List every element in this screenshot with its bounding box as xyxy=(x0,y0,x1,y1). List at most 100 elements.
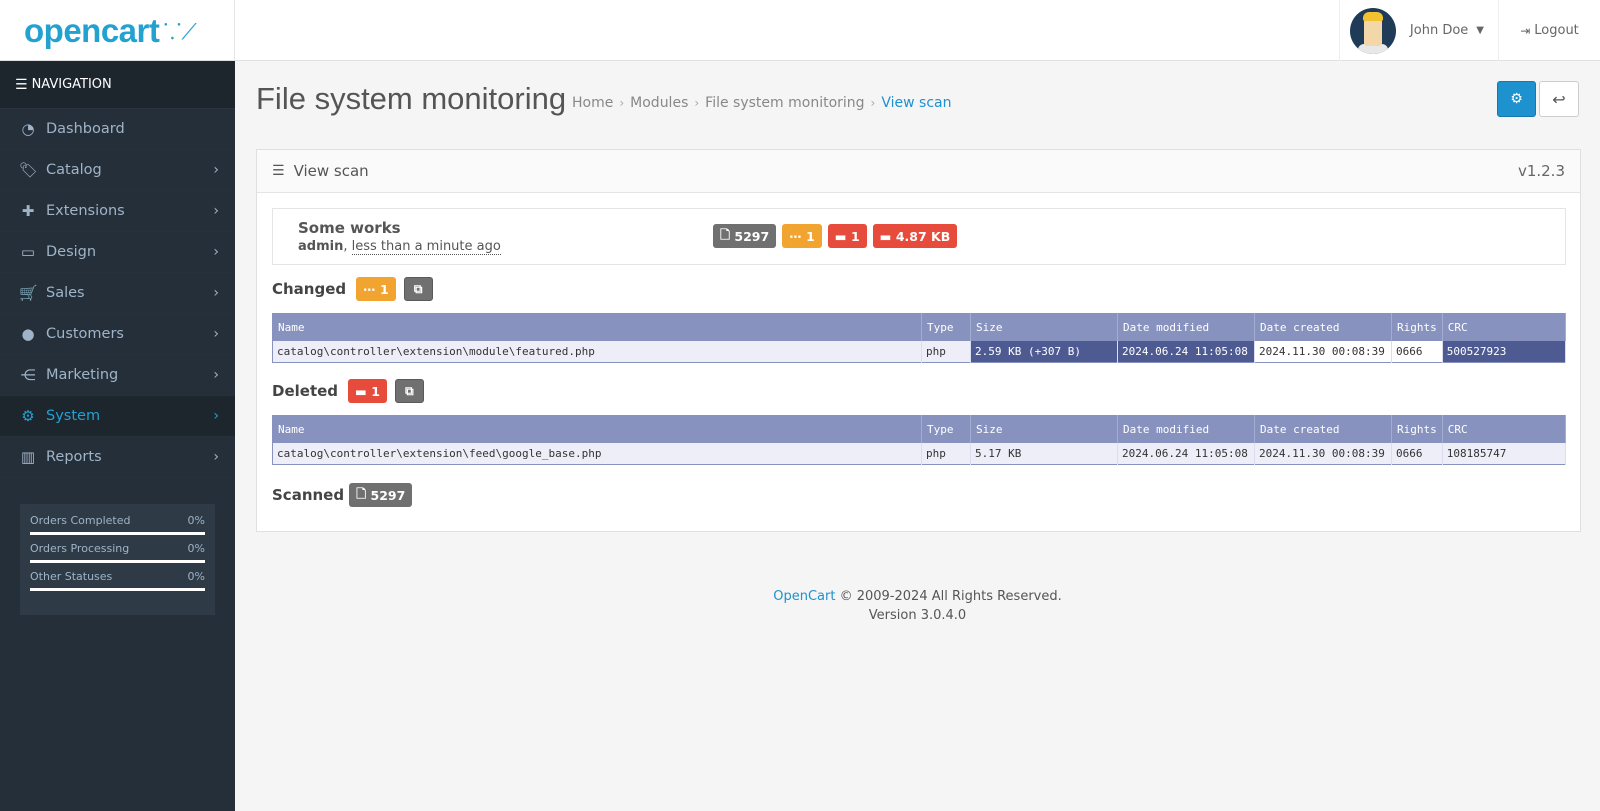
chevron-right-icon: › xyxy=(213,408,219,424)
chevron-right-icon: › xyxy=(213,326,219,342)
sidebar-item-dashboard[interactable]: ◔ Dashboard xyxy=(0,109,235,150)
monitor-icon: ▭ xyxy=(20,243,36,261)
cell-date-created: 2024.11.30 00:08:39 xyxy=(1254,442,1392,465)
cell-rights: 0666 xyxy=(1391,442,1443,465)
cell-crc: 108185747 xyxy=(1442,442,1567,465)
sidebar-item-label: Catalog xyxy=(46,162,102,178)
column-header[interactable]: Type xyxy=(921,313,971,341)
user-menu[interactable]: John Doe ▼ xyxy=(1338,0,1499,61)
column-header[interactable]: Name xyxy=(272,415,922,443)
cell-size: 5.17 KB xyxy=(970,442,1118,465)
dashboard-icon: ◔ xyxy=(21,120,35,138)
menu-icon: ☰ xyxy=(15,76,28,93)
cell-type: php xyxy=(921,442,971,465)
puzzle-icon: ✚ xyxy=(21,202,35,220)
stat-label: Orders Completed xyxy=(30,514,131,527)
column-header[interactable]: CRC xyxy=(1442,415,1567,443)
sidebar-item-label: Dashboard xyxy=(46,121,125,137)
minus-icon: ▬ xyxy=(834,228,851,244)
sidebar-item-sales[interactable]: 🛒 Sales › xyxy=(0,273,235,314)
column-header[interactable]: Date modified xyxy=(1117,313,1255,341)
breadcrumb-modules[interactable]: Modules xyxy=(630,95,688,111)
sidebar-item-reports[interactable]: ▥ Reports › xyxy=(0,437,235,478)
sidebar-item-extensions[interactable]: ✚ Extensions › xyxy=(0,191,235,232)
stat-label: Orders Processing xyxy=(30,542,130,555)
table-header-row: Name Type Size Date modified Date create… xyxy=(272,313,1567,341)
footer: OpenCart © 2009-2024 All Rights Reserved… xyxy=(235,587,1600,625)
chevron-right-icon: › xyxy=(213,244,219,260)
scan-user: admin xyxy=(298,239,344,254)
sidebar-item-label: System xyxy=(46,408,101,424)
cart-icon: 🛒 xyxy=(19,284,38,302)
column-header[interactable]: Size xyxy=(970,313,1118,341)
scan-badges: 🗋 5297 ⋯ 1 ▬ 1 ▬ 4.87 KB xyxy=(713,224,963,248)
stat-value: 0% xyxy=(187,542,205,555)
changed-badge: ⋯ 1 xyxy=(782,224,822,248)
scan-name: Some works xyxy=(298,219,401,237)
column-header[interactable]: Type xyxy=(921,415,971,443)
main-content: File system monitoring Home › Modules › … xyxy=(235,61,1600,811)
sidebar-item-label: Extensions xyxy=(46,203,125,219)
back-button[interactable]: ↩ xyxy=(1539,81,1579,117)
cell-date-created: 2024.11.30 00:08:39 xyxy=(1254,340,1392,363)
sidebar-item-label: Marketing xyxy=(46,367,119,383)
breadcrumb-view-scan[interactable]: View scan xyxy=(881,95,951,111)
avatar xyxy=(1349,7,1396,54)
top-header: opencart ⸪⟋ John Doe ▼ ⇥ Logout xyxy=(0,0,1600,61)
logout-button[interactable]: ⇥ Logout xyxy=(1499,0,1600,61)
caret-down-icon: ▼ xyxy=(1476,25,1484,36)
sidebar-item-catalog[interactable]: 🏷 Catalog › xyxy=(0,150,235,191)
panel-heading: ☰ View scan v1.2.3 xyxy=(257,150,1580,193)
table-row[interactable]: catalog\controller\extension\module\feat… xyxy=(272,340,1567,363)
cell-type: php xyxy=(921,340,971,363)
logo[interactable]: opencart ⸪⟋ xyxy=(0,0,235,61)
changed-count: 1 xyxy=(806,228,815,244)
copy-button[interactable]: ⧉ xyxy=(394,379,424,403)
sidebar-item-label: Reports xyxy=(46,449,102,465)
settings-button[interactable]: ⚙ xyxy=(1497,81,1536,117)
version-label: v1.2.3 xyxy=(1517,162,1565,180)
sidebar-item-design[interactable]: ▭ Design › xyxy=(0,232,235,273)
chevron-right-icon: › xyxy=(213,285,219,301)
column-header[interactable]: Rights xyxy=(1391,415,1443,443)
stat-value: 0% xyxy=(187,514,205,527)
deleted-count: 1 xyxy=(850,228,860,244)
stat-orders-completed: Orders Completed 0% xyxy=(30,514,205,535)
breadcrumb: Home › Modules › File system monitoring … xyxy=(572,95,951,111)
changed-count-badge: ⋯ 1 xyxy=(356,277,396,301)
copy-button[interactable]: ⧉ xyxy=(403,277,433,301)
footer-brand-link[interactable]: OpenCart xyxy=(773,589,835,604)
nav-title: NAVIGATION xyxy=(31,77,112,92)
sidebar-item-customers[interactable]: ● Customers › xyxy=(0,314,235,355)
sidebar-item-system[interactable]: ⚙ System › xyxy=(0,396,235,437)
breadcrumb-fs-monitoring[interactable]: File system monitoring xyxy=(705,95,864,111)
deleted-badge: ▬ 1 xyxy=(827,224,867,248)
breadcrumb-home[interactable]: Home xyxy=(572,95,613,111)
column-header[interactable]: Size xyxy=(970,415,1118,443)
changed-section-label: Changed ⋯ 1 ⧉ xyxy=(272,277,433,301)
column-header[interactable]: Name xyxy=(272,313,922,341)
share-icon: ⋲ xyxy=(20,366,36,384)
sidebar-item-marketing[interactable]: ⋲ Marketing › xyxy=(0,355,235,396)
sidebar-item-label: Sales xyxy=(46,285,85,301)
column-header[interactable]: Date modified xyxy=(1117,415,1255,443)
scanned-section-label: Scanned 🗋 5297 xyxy=(272,483,418,507)
logo-text: opencart xyxy=(24,11,160,49)
chevron-right-icon: › xyxy=(213,162,219,178)
column-header[interactable]: CRC xyxy=(1442,313,1567,341)
changed-table: Name Type Size Date modified Date create… xyxy=(272,313,1567,363)
scan-time: less than a minute ago xyxy=(351,239,501,255)
column-header[interactable]: Date created xyxy=(1254,415,1392,443)
nav-header[interactable]: ☰ NAVIGATION xyxy=(0,61,235,109)
tags-icon: 🏷 xyxy=(19,161,39,179)
column-header[interactable]: Rights xyxy=(1391,313,1443,341)
sidebar-item-label: Design xyxy=(46,244,97,260)
cell-date-modified: 2024.06.24 11:05:08 xyxy=(1117,340,1255,363)
cell-size: 2.59 KB (+307 B) xyxy=(970,340,1118,363)
table-row[interactable]: catalog\controller\extension\feed\google… xyxy=(272,442,1567,465)
breadcrumb-separator: › xyxy=(619,96,625,110)
ellipsis-icon: ⋯ xyxy=(363,281,380,297)
scan-meta: admin, less than a minute ago xyxy=(298,239,501,255)
cell-name: catalog\controller\extension\feed\google… xyxy=(272,442,922,465)
column-header[interactable]: Date created xyxy=(1254,313,1392,341)
